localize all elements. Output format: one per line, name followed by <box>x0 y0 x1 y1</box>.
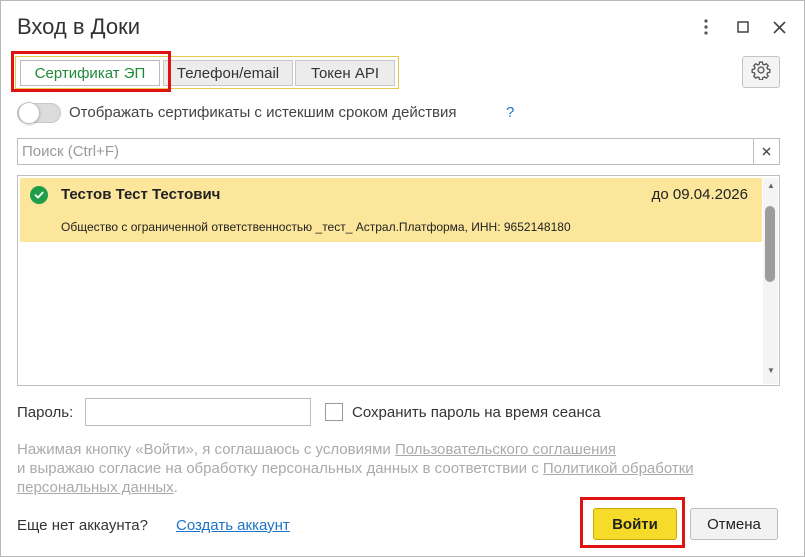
agreement-text-part3: . <box>173 479 178 496</box>
search-input[interactable] <box>18 139 753 164</box>
gear-icon <box>751 60 771 85</box>
list-scrollbar[interactable]: ▲ ▼ <box>763 178 778 384</box>
check-circle-icon <box>30 186 48 204</box>
scroll-down-icon[interactable]: ▼ <box>767 366 775 375</box>
no-account-text: Еще нет аккаунта? <box>17 517 148 534</box>
cancel-button[interactable]: Отмена <box>690 508 778 540</box>
create-account-link[interactable]: Создать аккаунт <box>176 517 290 534</box>
settings-button[interactable] <box>742 56 780 88</box>
password-input[interactable] <box>86 399 310 425</box>
dialog-title: Вход в Доки <box>17 14 140 39</box>
close-icon[interactable] <box>767 15 791 39</box>
login-dialog: Вход в Доки Сертификат ЭП Телефон/email … <box>0 0 805 557</box>
tab-phone-email[interactable]: Телефон/email <box>163 60 293 86</box>
user-agreement-link[interactable]: Пользовательского соглашения <box>395 441 616 458</box>
password-field[interactable] <box>85 398 311 426</box>
save-password-checkbox[interactable] <box>325 403 343 421</box>
more-icon[interactable] <box>694 15 718 39</box>
agreement-text-part1: Нажимая кнопку «Войти», я соглашаюсь с у… <box>17 441 395 458</box>
scroll-up-icon[interactable]: ▲ <box>767 181 775 190</box>
tab-token-api[interactable]: Токен API <box>295 60 395 86</box>
close-icon <box>762 143 771 161</box>
toggle-label: Отображать сертификаты с истекшим сроком… <box>69 104 457 121</box>
maximize-icon[interactable] <box>731 15 755 39</box>
help-icon[interactable]: ? <box>506 104 514 121</box>
search-field[interactable] <box>17 138 754 165</box>
certificate-valid-until: до 09.04.2026 <box>651 186 748 203</box>
scrollbar-thumb[interactable] <box>765 206 775 282</box>
tab-certificate[interactable]: Сертификат ЭП <box>20 60 160 86</box>
certificate-row[interactable]: Тестов Тест Тестович до 09.04.2026 Общес… <box>20 178 762 242</box>
password-label: Пароль: <box>17 404 74 421</box>
expired-certificates-toggle[interactable] <box>17 102 61 124</box>
login-button[interactable]: Войти <box>593 508 677 540</box>
agreement-text: Нажимая кнопку «Войти», я соглашаюсь с у… <box>17 440 737 497</box>
agreement-text-part2: и выражаю согласие на обработку персонал… <box>17 460 543 477</box>
save-password-label[interactable]: Сохранить пароль на время сеанса <box>352 404 601 421</box>
certificate-owner: Тестов Тест Тестович <box>61 186 221 203</box>
clear-search-button[interactable] <box>753 138 780 165</box>
certificate-list: Тестов Тест Тестович до 09.04.2026 Общес… <box>17 175 780 386</box>
toggle-knob <box>18 102 40 124</box>
certificate-organization: Общество с ограниченной ответственностью… <box>61 220 571 234</box>
